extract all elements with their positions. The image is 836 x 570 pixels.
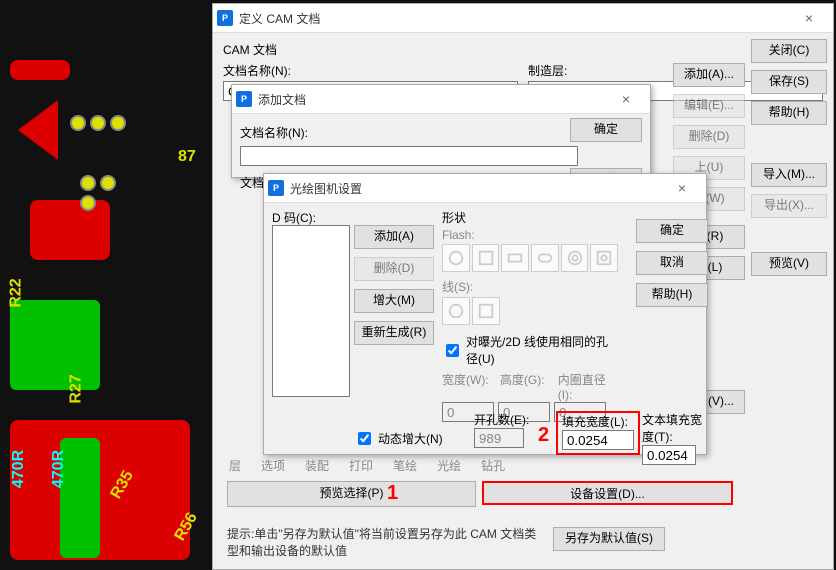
shape-oval-icon[interactable] [531,244,559,272]
titlebar[interactable]: P 光绘图机设置 × [264,174,706,203]
delete-button[interactable]: 删除(D) [673,125,745,149]
ok-button[interactable]: 确定 [636,219,708,243]
fill-width-input[interactable] [562,430,634,450]
save-button[interactable]: 保存(S) [751,70,827,94]
tab-print[interactable]: 打印 [349,457,373,474]
tab-layer[interactable]: 层 [229,457,241,474]
app-icon: P [217,10,233,26]
help-button[interactable]: 帮助(H) [751,101,827,125]
shape-circle-icon[interactable] [442,244,470,272]
hint-text: 提示:单击"另存为默认值"将当前设置另存为此 CAM 文档类型和输出设备的默认值 [227,525,537,559]
tab-photoplot[interactable]: 光绘 [437,457,461,474]
shape-square-icon[interactable] [472,244,500,272]
add-document-dialog: P 添加文档 × 文档名称(N): 确定 文档类型(T): 输出文件(F): 取… [231,84,651,178]
edit-button[interactable]: 编辑(E)... [673,94,745,118]
line-label: 线(S): [442,278,618,295]
cancel-button[interactable]: 取消 [636,251,708,275]
add-button[interactable]: 添加(A)... [673,63,745,87]
line-square-icon[interactable] [472,297,500,325]
tab-drill[interactable]: 钻孔 [481,457,505,474]
preview-button[interactable]: 预览(V) [751,252,827,276]
titlebar[interactable]: P 添加文档 × [232,85,650,114]
close-icon[interactable]: × [662,174,702,202]
shape-rect-icon[interactable] [501,244,529,272]
text-fill-label: 文本填充宽度(T): [642,411,706,445]
export-button[interactable]: 导出(X)... [751,194,827,218]
mfg-layer-label: 制造层: [528,64,567,78]
width-label: 宽度(W): [442,371,496,402]
dynamic-enlarge-checkbox[interactable]: 动态增大(N) [354,429,443,448]
shape-donut-icon[interactable] [561,244,589,272]
app-icon: P [236,91,252,107]
close-button[interactable]: 关闭(C) [751,39,827,63]
dcode-add-button[interactable]: 添加(A) [354,225,434,249]
shape-label: 形状 [442,209,618,226]
dcode-enlarge-button[interactable]: 增大(M) [354,289,434,313]
shape-sqdonut-icon[interactable] [590,244,618,272]
tab-options[interactable]: 选项 [261,457,285,474]
close-icon[interactable]: × [606,85,646,113]
save-default-button[interactable]: 另存为默认值(S) [553,527,665,551]
help-button[interactable]: 帮助(H) [636,283,708,307]
doc-name-input[interactable] [240,146,578,166]
fill-width-label: 填充宽度(L): [558,413,638,430]
cam-doc-group-label: CAM 文档 [223,41,823,58]
inner-label: 内圈直径(I): [558,371,618,402]
tab-pen[interactable]: 笔绘 [393,457,417,474]
annotation-1: 1 [387,482,398,505]
tab-assembly[interactable]: 装配 [305,457,329,474]
ok-button[interactable]: 确定 [570,118,642,142]
doc-name-label: 文档名称(N): [240,124,570,141]
text-fill-input[interactable] [642,445,696,465]
dcode-regen-button[interactable]: 重新生成(R) [354,321,434,345]
same-aperture-checkbox[interactable]: 对曝光/2D 线使用相同的孔径(U) [442,333,618,367]
titlebar[interactable]: P 定义 CAM 文档 × [213,4,833,33]
line-round-icon[interactable] [442,297,470,325]
device-settings-button[interactable]: 设备设置(D)... [482,481,733,505]
dcode-label: D 码(C): [272,209,316,226]
holes-label: 开孔数(E): [474,411,529,428]
preview-select-button[interactable]: 预览选择(P) [227,481,476,507]
flash-label: Flash: [442,228,618,242]
window-title: 定义 CAM 文档 [239,10,789,27]
holes-input [474,428,524,448]
height-label: 高度(G): [500,371,554,402]
window-title: 添加文档 [258,91,606,108]
doc-name-label: 文档名称(N): [223,64,291,78]
app-icon: P [268,180,284,196]
plotter-settings-dialog: P 光绘图机设置 × D 码(C): 添加(A) 删除(D) 增大(M) 重新生… [263,173,707,455]
close-icon[interactable]: × [789,4,829,32]
annotation-2: 2 [538,424,549,447]
window-title: 光绘图机设置 [290,180,662,197]
import-button[interactable]: 导入(M)... [751,163,827,187]
dcode-listbox[interactable] [272,225,350,397]
dcode-delete-button[interactable]: 删除(D) [354,257,434,281]
